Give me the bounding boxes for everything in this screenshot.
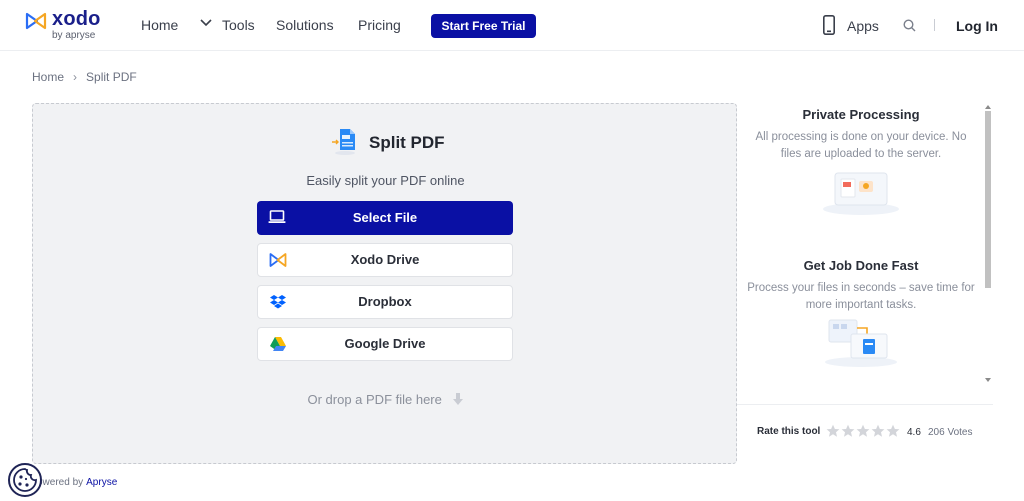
file-drop-zone[interactable]: Split PDF Easily split your PDF online S… xyxy=(32,103,737,464)
apps-link[interactable]: Apps xyxy=(847,18,879,34)
tool-header: Split PDF xyxy=(331,128,471,158)
feature-title: Private Processing xyxy=(802,107,920,122)
nav-tools[interactable]: Tools xyxy=(222,17,255,33)
rating-votes: 206 Votes xyxy=(928,427,973,438)
dropbox-label: Dropbox xyxy=(358,294,412,309)
tool-title: Split PDF xyxy=(369,133,445,152)
rate-label: Rate this tool xyxy=(757,426,821,437)
rating-score: 4.6 xyxy=(907,427,921,438)
nav-solutions[interactable]: Solutions xyxy=(276,17,334,33)
login-link[interactable]: Log In xyxy=(956,18,998,34)
star-icon[interactable] xyxy=(841,424,855,438)
select-file-label: Select File xyxy=(352,210,418,225)
xodo-logo[interactable]: xodo by apryse xyxy=(25,8,115,43)
star-rating[interactable] xyxy=(826,424,902,438)
star-icon[interactable] xyxy=(826,424,840,438)
cookie-settings-button[interactable] xyxy=(8,463,42,497)
dropbox-icon xyxy=(270,295,286,309)
google-drive-button[interactable]: Google Drive xyxy=(257,327,513,361)
private-processing-illustration xyxy=(823,172,899,215)
chevron-down-icon[interactable] xyxy=(200,18,212,28)
feature-title: Get Job Done Fast xyxy=(803,258,919,273)
breadcrumb-current: Split PDF xyxy=(86,70,137,84)
features-scrollbar[interactable] xyxy=(983,103,993,386)
top-navbar: xodo by apryse Home Tools Solutions Pric… xyxy=(0,0,1024,51)
drop-hint: Or drop a PDF file here xyxy=(33,392,738,407)
star-icon[interactable] xyxy=(886,424,900,438)
breadcrumb-home[interactable]: Home xyxy=(32,70,64,84)
features-panel: Private Processing All processing is don… xyxy=(737,103,993,386)
powered-by: owered by Apryse xyxy=(37,477,117,488)
start-free-trial-button[interactable]: Start Free Trial xyxy=(431,14,536,38)
star-icon[interactable] xyxy=(871,424,885,438)
laptop-icon xyxy=(268,210,286,223)
split-pdf-icon xyxy=(332,129,355,155)
feature-text: Process your files in seconds – save tim… xyxy=(747,282,975,311)
xodo-drive-button[interactable]: Xodo Drive xyxy=(257,243,513,277)
logo-wordmark: xodo xyxy=(52,8,101,30)
fast-processing-illustration xyxy=(825,319,897,367)
google-drive-icon xyxy=(270,337,286,351)
header-divider xyxy=(934,19,935,31)
select-file-button[interactable]: Select File xyxy=(257,201,513,235)
powered-by-prefix: owered by xyxy=(37,477,84,488)
star-icon[interactable] xyxy=(856,424,870,438)
breadcrumb-separator: › xyxy=(73,70,78,84)
search-icon[interactable] xyxy=(903,19,916,32)
tool-subtitle: Easily split your PDF online xyxy=(306,173,465,188)
apryse-link[interactable]: Apryse xyxy=(86,477,117,488)
feature-text: All processing is done on your device. N… xyxy=(755,131,967,160)
scroll-up-icon[interactable] xyxy=(985,104,991,110)
xodo-drive-label: Xodo Drive xyxy=(350,252,420,267)
phone-icon[interactable] xyxy=(823,15,835,35)
xodo-logo-icon xyxy=(25,12,47,30)
nav-pricing[interactable]: Pricing xyxy=(358,17,401,33)
google-drive-label: Google Drive xyxy=(344,336,426,351)
drop-hint-label: Or drop a PDF file here xyxy=(307,392,442,407)
scroll-thumb[interactable] xyxy=(985,111,991,288)
nav-home[interactable]: Home xyxy=(141,17,178,33)
breadcrumb: Home › Split PDF xyxy=(32,70,137,84)
rating-divider xyxy=(737,404,993,405)
logo-byline: by apryse xyxy=(52,30,96,41)
scroll-down-icon[interactable] xyxy=(985,377,991,383)
cookie-icon xyxy=(13,468,37,492)
xodo-drive-icon xyxy=(269,253,287,267)
dropbox-button[interactable]: Dropbox xyxy=(257,285,513,319)
down-arrow-icon xyxy=(452,393,463,405)
